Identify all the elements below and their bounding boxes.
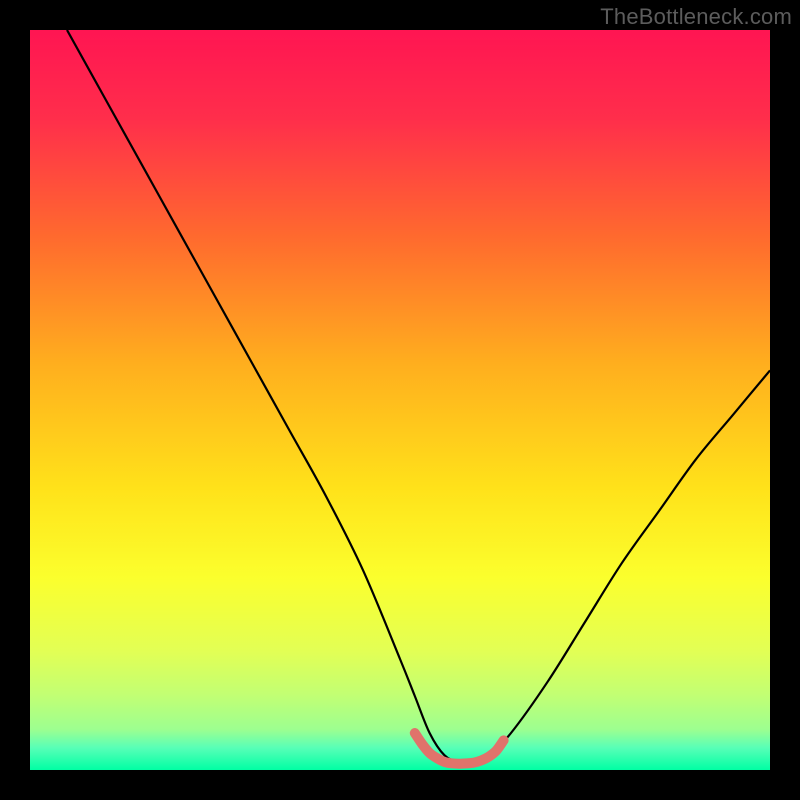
bottleneck-chart xyxy=(0,0,800,800)
watermark-text: TheBottleneck.com xyxy=(600,4,792,30)
